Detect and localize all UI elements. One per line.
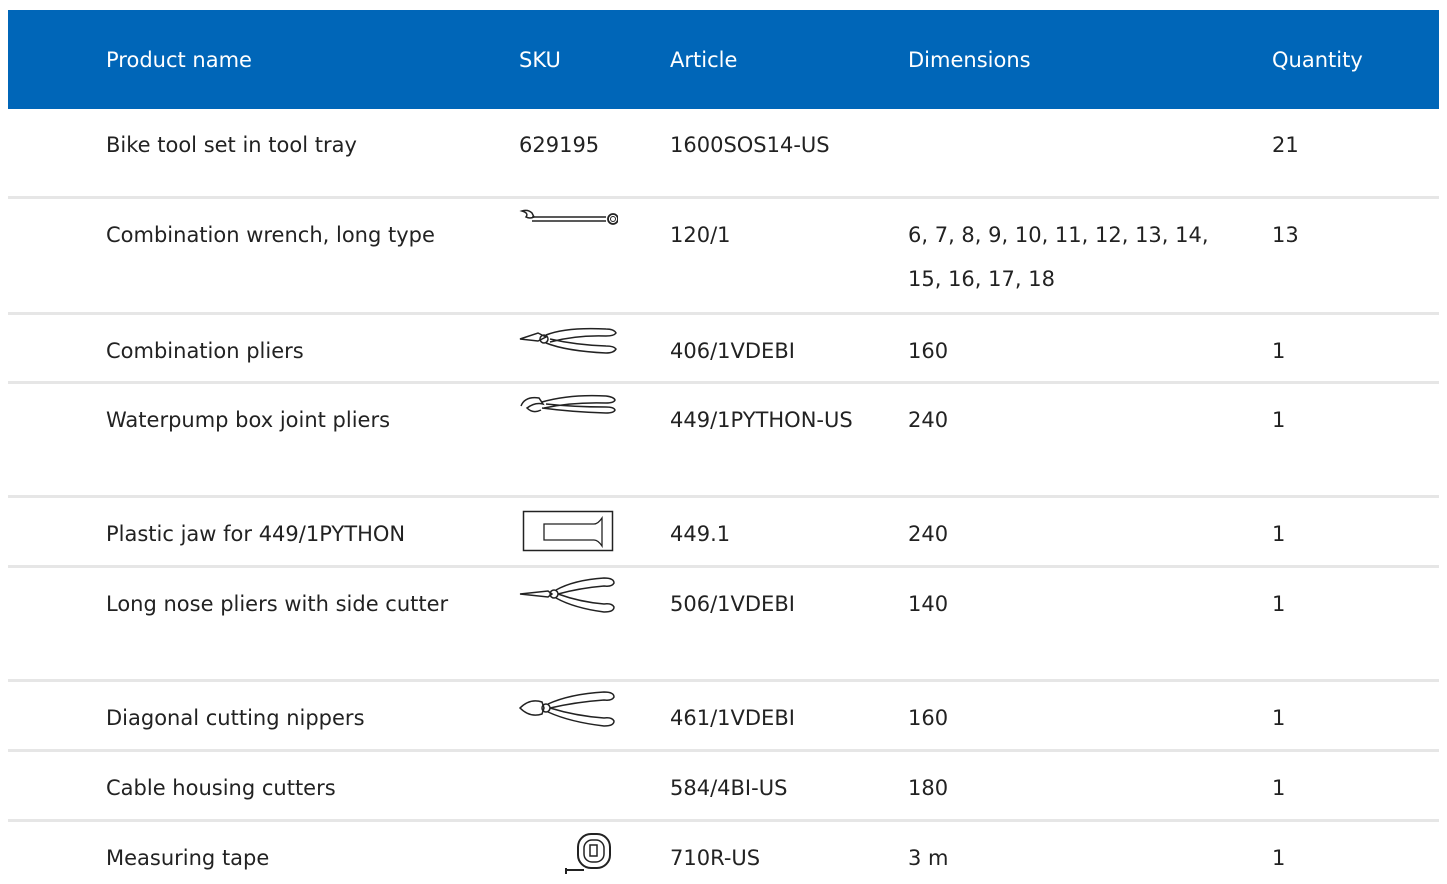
article-cell: 506/1VDEBI: [670, 592, 795, 616]
table-row: Combination pliers 406/1VDEBI 160 1: [8, 312, 1439, 381]
dimensions-cell: 240: [908, 408, 949, 432]
product-name-cell: Cable housing cutters: [106, 776, 336, 800]
quantity-cell: 1: [1272, 706, 1286, 730]
header-article[interactable]: Article: [670, 48, 737, 72]
header-product-name[interactable]: Product name: [106, 48, 252, 72]
article-cell: 120/1: [670, 223, 731, 247]
long-nose-pliers-icon: [518, 576, 618, 620]
header-sku[interactable]: SKU: [519, 48, 561, 72]
table-row: Bike tool set in tool tray 629195 1600SO…: [8, 109, 1439, 196]
product-name-cell: Combination pliers: [106, 339, 304, 363]
table-row: Long nose pliers with side cutter 506/1V…: [8, 565, 1439, 679]
quantity-cell: 1: [1272, 339, 1286, 363]
table-row: Plastic jaw for 449/1PYTHON 449.1 240 1: [8, 495, 1439, 565]
dimensions-cell: 6, 7, 8, 9, 10, 11, 12, 13, 14, 15, 16, …: [908, 223, 1209, 291]
dimensions-cell: 180: [908, 776, 949, 800]
article-cell: 449/1PYTHON-US: [670, 408, 853, 432]
dimensions-cell: 160: [908, 706, 949, 730]
dimensions-cell: 240: [908, 522, 949, 546]
quantity-cell: 1: [1272, 846, 1286, 870]
header-dimensions[interactable]: Dimensions: [908, 48, 1031, 72]
article-cell: 461/1VDEBI: [670, 706, 795, 730]
diagonal-nippers-icon: [518, 690, 618, 732]
article-cell: 584/4BI-US: [670, 776, 788, 800]
article-cell: 449.1: [670, 522, 731, 546]
product-table: Product name SKU Article Dimensions Quan…: [8, 10, 1439, 879]
quantity-cell: 1: [1272, 776, 1286, 800]
product-name-cell: Measuring tape: [106, 846, 270, 870]
product-name-cell: Plastic jaw for 449/1PYTHON: [106, 522, 406, 546]
product-name-cell: Waterpump box joint pliers: [106, 408, 391, 432]
dimensions-cell: 140: [908, 592, 949, 616]
measuring-tape-icon: [564, 832, 614, 884]
quantity-cell: 13: [1272, 223, 1299, 247]
plastic-jaw-icon: [522, 510, 614, 556]
dimensions-cell: 160: [908, 339, 949, 363]
article-cell: 710R-US: [670, 846, 761, 870]
table-row: Cable housing cutters 584/4BI-US 180 1: [8, 749, 1439, 819]
table-row: Measuring tape 710R-US 3 m 1: [8, 819, 1439, 879]
waterpump-pliers-icon: [518, 392, 618, 424]
table-row: Diagonal cutting nippers 461/1VDEBI 160 …: [8, 679, 1439, 749]
quantity-cell: 1: [1272, 592, 1286, 616]
table-header: Product name SKU Article Dimensions Quan…: [8, 10, 1439, 109]
header-quantity[interactable]: Quantity: [1272, 48, 1363, 72]
combination-wrench-icon: [518, 207, 619, 241]
quantity-cell: 1: [1272, 408, 1286, 432]
dimensions-cell: 3 m: [908, 846, 949, 870]
product-name-cell: Bike tool set in tool tray: [106, 133, 357, 157]
article-cell: 406/1VDEBI: [670, 339, 795, 363]
table-row: Waterpump box joint pliers 449/1PYTHON-U…: [8, 381, 1439, 495]
quantity-cell: 1: [1272, 522, 1286, 546]
article-cell: 1600SOS14-US: [670, 133, 830, 157]
product-name-cell: Long nose pliers with side cutter: [106, 592, 449, 616]
product-name-cell: Diagonal cutting nippers: [106, 706, 365, 730]
combination-pliers-icon: [518, 323, 618, 363]
product-name-cell: Combination wrench, long type: [106, 223, 435, 247]
quantity-cell: 21: [1272, 133, 1299, 157]
sku-cell: 629195: [519, 133, 600, 157]
table-row: Combination wrench, long type 120/1 6, 7…: [8, 196, 1439, 312]
